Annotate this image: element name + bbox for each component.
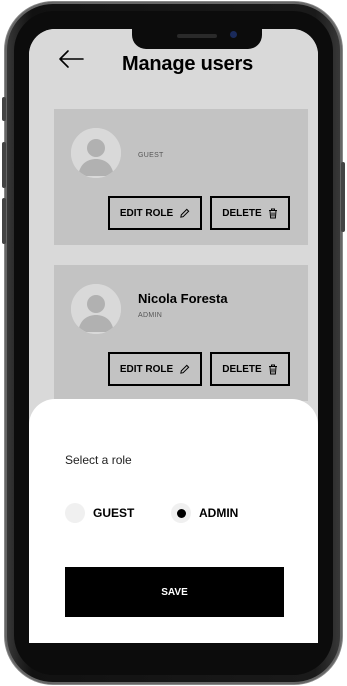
role-option-label: GUEST — [93, 506, 135, 520]
radio-button-unselected[interactable] — [65, 503, 85, 523]
role-option-admin[interactable]: ADMIN — [171, 503, 238, 523]
power-button — [341, 162, 345, 232]
screen: Manage users GUEST EDIT ROLE DELETE Nico… — [29, 29, 318, 643]
volume-up-button — [2, 142, 6, 188]
manage-users-screen: Manage users GUEST EDIT ROLE DELETE Nico… — [29, 29, 318, 643]
role-option-label: ADMIN — [199, 506, 239, 520]
role-option-guest[interactable]: GUEST — [65, 503, 134, 523]
mute-switch — [2, 97, 6, 121]
speaker-grille — [177, 34, 217, 38]
volume-down-button — [2, 198, 6, 244]
notch — [132, 29, 262, 49]
radio-button-selected[interactable] — [171, 503, 191, 523]
role-bottom-sheet: Select a role GUEST ADMIN SAVE — [29, 399, 318, 643]
radio-selected-dot — [176, 508, 186, 518]
front-camera — [230, 31, 237, 38]
sheet-title: Select a role — [65, 453, 132, 467]
save-button[interactable]: SAVE — [65, 567, 284, 617]
